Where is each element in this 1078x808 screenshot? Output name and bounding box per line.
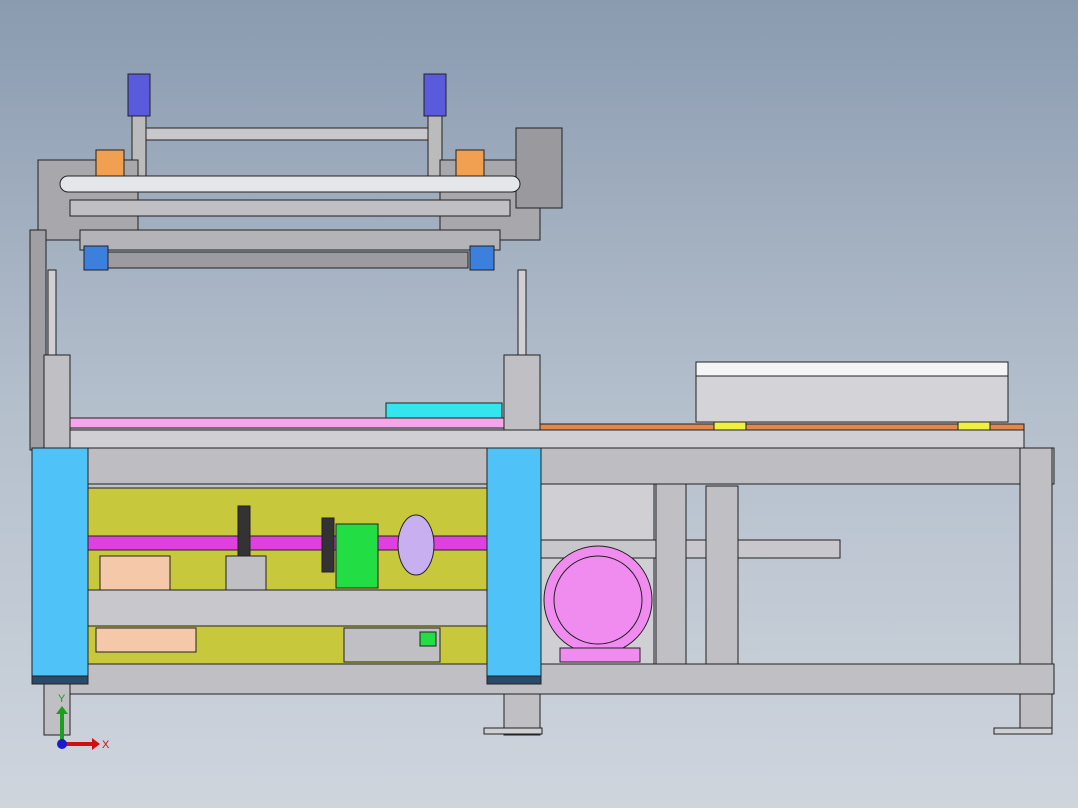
gearbox xyxy=(515,127,563,209)
motor xyxy=(543,545,653,655)
lower-beam xyxy=(87,589,489,627)
right-air-cylinder xyxy=(423,73,447,117)
top-roller xyxy=(59,175,521,193)
green-gearbox xyxy=(335,523,379,589)
upper-gantry xyxy=(29,73,563,451)
x-axis-label: X xyxy=(102,739,110,751)
middle-guard xyxy=(486,447,542,677)
y-axis-label: Y xyxy=(58,693,66,705)
pink-rail xyxy=(69,417,505,429)
left-guard xyxy=(31,447,89,677)
z-axis-dot xyxy=(57,739,67,749)
sprocket xyxy=(321,517,335,573)
cad-viewport[interactable]: X Y xyxy=(0,0,1078,808)
bottom-beam xyxy=(69,663,1055,695)
left-air-cylinder xyxy=(127,73,151,117)
top-beam xyxy=(69,447,1055,485)
